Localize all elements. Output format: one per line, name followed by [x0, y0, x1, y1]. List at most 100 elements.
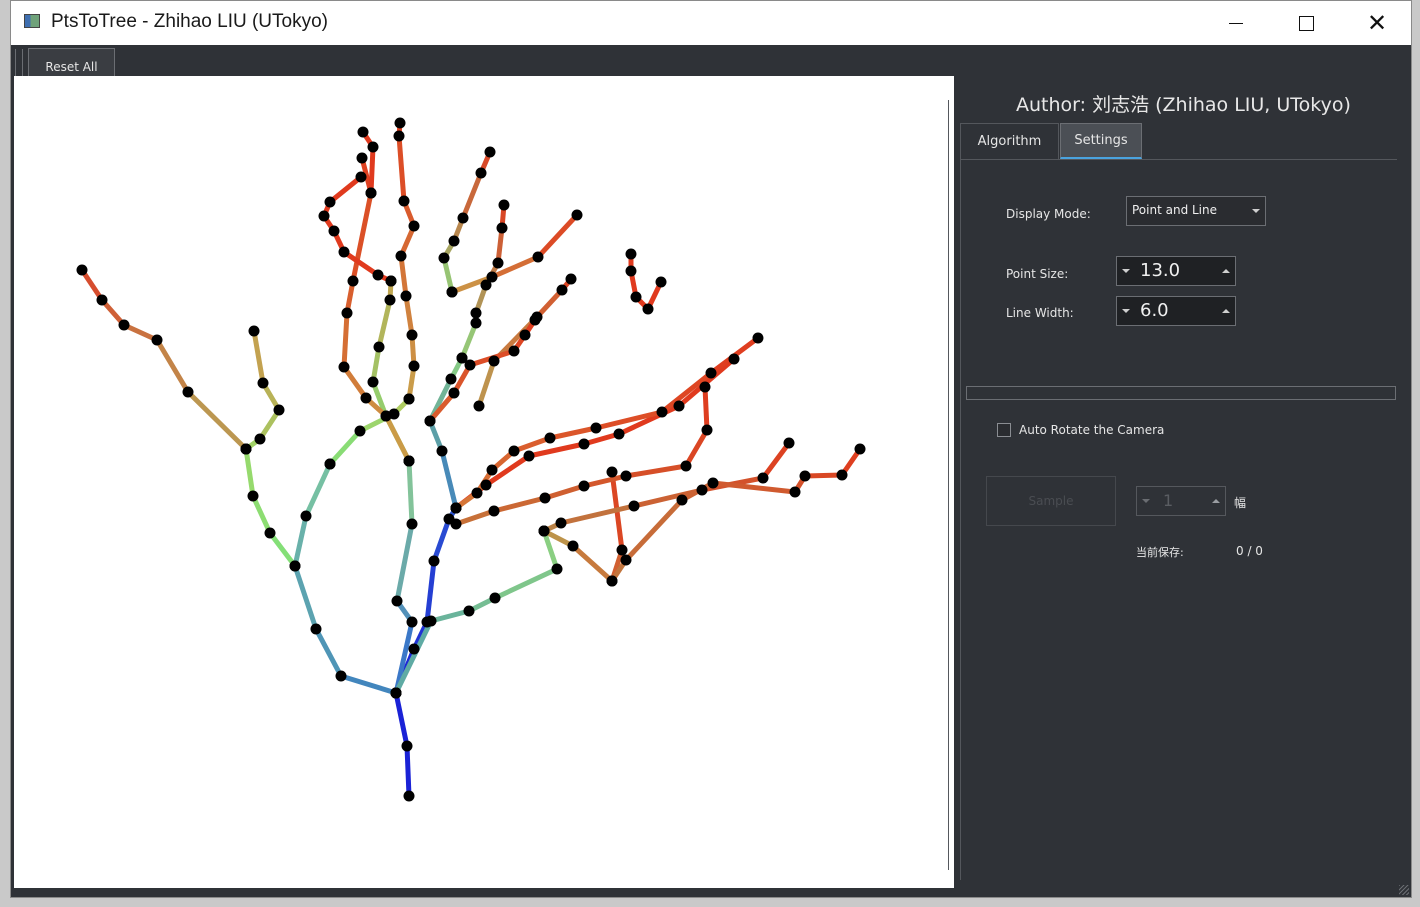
display-mode-label: Display Mode: — [1006, 207, 1091, 221]
tree-edge — [396, 133, 407, 204]
tree-node — [338, 246, 350, 258]
tree-node — [625, 265, 637, 277]
tree-node — [696, 484, 708, 496]
tree-edge — [368, 144, 376, 196]
tree-edge — [250, 493, 273, 536]
tree-node — [428, 555, 440, 567]
tree-node — [757, 472, 769, 484]
tree-node — [496, 222, 508, 234]
tree-node — [613, 428, 625, 440]
reset-all-button[interactable]: Reset All — [28, 48, 115, 78]
tree-node — [571, 209, 583, 221]
tree-edge — [492, 566, 560, 601]
sample-unit-label: 幅 — [1234, 496, 1247, 510]
tree-edge — [251, 328, 266, 386]
tree-edge — [406, 458, 415, 527]
tree-node — [450, 502, 462, 514]
tree-node — [446, 286, 458, 298]
tree-node — [398, 195, 410, 207]
tree-node — [341, 307, 353, 319]
sample-button[interactable]: Sample — [986, 476, 1116, 526]
increment-icon[interactable] — [1212, 499, 1220, 503]
display-mode-select[interactable]: Point and Line — [1126, 196, 1266, 226]
increment-icon[interactable] — [1222, 269, 1230, 273]
tree-edge — [267, 530, 298, 569]
tree-edge — [292, 563, 319, 632]
resize-grip-icon[interactable] — [1399, 885, 1409, 895]
tab-algorithm[interactable]: Algorithm — [960, 123, 1059, 159]
tree-edge — [327, 428, 363, 467]
tree-node — [789, 486, 801, 498]
decrement-icon[interactable] — [1122, 309, 1130, 313]
toolbar-grip[interactable] — [15, 49, 23, 77]
tree-edge — [303, 461, 333, 519]
title-bar[interactable]: PtsToTree - Zhihao LIU (UTokyo) ✕ — [11, 1, 1411, 45]
decrement-icon[interactable] — [1142, 499, 1150, 503]
tree-node — [403, 455, 415, 467]
auto-rotate-checkbox[interactable] — [997, 423, 1011, 437]
tree-edge — [398, 253, 409, 299]
tree-render — [76, 117, 866, 802]
tree-node — [448, 387, 460, 399]
tree-node — [676, 494, 688, 506]
tree-node — [248, 325, 260, 337]
tree-node — [425, 615, 437, 627]
minimize-button[interactable] — [1201, 1, 1271, 45]
tree-node — [240, 443, 252, 455]
tree-edge — [394, 521, 415, 604]
tree-node — [76, 264, 88, 276]
3d-viewport[interactable] — [14, 76, 954, 888]
tree-edge — [341, 310, 350, 370]
tree-node — [642, 303, 654, 315]
tree-node — [384, 294, 396, 306]
tree-edge — [491, 495, 548, 514]
tree-node — [257, 377, 269, 389]
tab-settings[interactable]: Settings — [1060, 123, 1142, 159]
close-button[interactable]: ✕ — [1342, 1, 1411, 45]
decrement-icon[interactable] — [1122, 269, 1130, 273]
tree-node — [457, 212, 469, 224]
tree-edge — [338, 673, 399, 696]
tree-edge — [327, 174, 364, 205]
tree-node — [401, 740, 413, 752]
window-title: PtsToTree - Zhihao LIU (UTokyo) — [51, 11, 328, 32]
tree-edge — [431, 516, 452, 564]
tree-edge — [341, 249, 381, 278]
point-size-spinbox[interactable]: 13.0 — [1116, 256, 1236, 286]
tree-node — [606, 575, 618, 587]
tree-edge — [424, 558, 437, 625]
auto-rotate-label[interactable]: Auto Rotate the Camera — [1019, 423, 1164, 437]
tree-node — [523, 450, 535, 462]
tree-node — [486, 464, 498, 476]
tree-node — [590, 422, 602, 434]
tree-node — [680, 460, 692, 472]
tree-node — [406, 616, 418, 628]
tree-edge — [376, 297, 393, 350]
tree-edge — [535, 212, 580, 260]
tree-node — [338, 361, 350, 373]
tree-node — [436, 445, 448, 457]
tree-node — [551, 563, 563, 575]
tree-node — [486, 271, 498, 283]
saved-label: 当前保存: — [1136, 546, 1184, 559]
line-width-spinbox[interactable]: 6.0 — [1116, 296, 1236, 326]
tree-node — [484, 146, 496, 158]
tree-node — [448, 235, 460, 247]
sample-count-spinbox[interactable]: 1 — [1136, 486, 1226, 516]
tree-edge — [439, 448, 459, 511]
increment-icon[interactable] — [1222, 309, 1230, 313]
tree-node — [356, 152, 368, 164]
tree-node — [529, 314, 541, 326]
tree-node — [367, 141, 379, 153]
tree-node — [578, 438, 590, 450]
tree-edge — [154, 337, 191, 395]
line-width-value: 6.0 — [1140, 300, 1169, 321]
tree-node — [480, 479, 492, 491]
tree-node — [118, 319, 130, 331]
tree-node — [578, 480, 590, 492]
tree-node — [335, 670, 347, 682]
maximize-icon — [1298, 15, 1314, 31]
close-icon: ✕ — [1366, 9, 1388, 37]
tree-node — [394, 117, 406, 129]
maximize-button[interactable] — [1271, 1, 1341, 45]
